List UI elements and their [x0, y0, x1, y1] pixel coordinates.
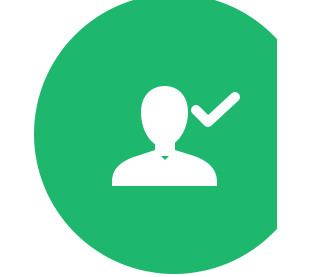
user-verified-badge: [0, 0, 277, 277]
user-check-icon: [34, 0, 277, 274]
